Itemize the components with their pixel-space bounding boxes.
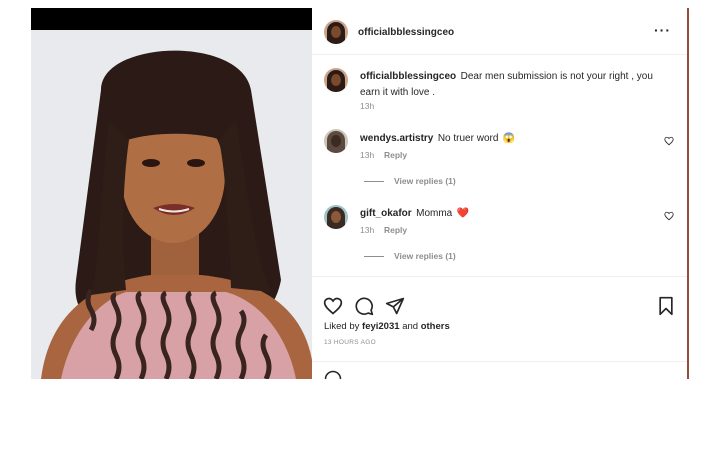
comment-avatar[interactable] [324, 205, 348, 229]
comment-text: No truer word [437, 133, 499, 144]
comment-row: wendys.artistry No truer word 😱 [360, 130, 515, 146]
comment-time: 13h [360, 150, 375, 160]
liked-by-prefix: Liked by [324, 321, 360, 332]
liked-by-and: and [402, 321, 419, 332]
avatar[interactable] [324, 20, 348, 44]
comment-like-heart-icon[interactable] [664, 136, 674, 146]
view-replies-line [364, 181, 384, 182]
portrait-illustration [31, 30, 312, 379]
caption-username[interactable]: officialbblessingceo [360, 71, 456, 82]
liked-by: Liked by feyi2031 and others [324, 321, 450, 332]
comment-emoji: ❤️ [456, 208, 470, 219]
comment-time: 13h [360, 225, 375, 235]
post-header: officialbblessingceo ··· [312, 8, 687, 55]
comment-emoji: 😱 [502, 133, 516, 144]
post-photo [31, 8, 312, 379]
comment-icon[interactable] [354, 296, 374, 316]
liked-by-user[interactable]: feyi2031 [362, 321, 400, 332]
post-detail-panel: officialbblessingceo ··· officialbblessi… [312, 8, 687, 379]
comment-username[interactable]: gift_okafor [360, 208, 412, 219]
comment-row: gift_okafor Momma ❤️ [360, 205, 469, 221]
post-username[interactable]: officialbblessingceo [358, 27, 454, 38]
caption-time: 13h [360, 101, 375, 111]
background-edge [687, 8, 689, 379]
emoji-icon[interactable] [324, 370, 342, 379]
bookmark-icon[interactable] [657, 296, 675, 316]
comment-username[interactable]: wendys.artistry [360, 133, 433, 144]
view-replies-line [364, 256, 384, 257]
heart-icon[interactable] [323, 296, 343, 316]
view-replies-button[interactable]: View replies (1) [394, 251, 456, 261]
share-icon[interactable] [385, 296, 405, 316]
view-replies-button[interactable]: View replies (1) [394, 176, 456, 186]
liked-by-others[interactable]: others [421, 321, 450, 332]
comment-avatar[interactable] [324, 129, 348, 153]
reply-button[interactable]: Reply [384, 150, 407, 160]
comment-like-heart-icon[interactable] [664, 211, 674, 221]
caption: officialbblessingceo Dear men submission… [360, 68, 670, 100]
reply-button[interactable]: Reply [384, 225, 407, 235]
more-options-icon[interactable]: ··· [654, 23, 671, 37]
post-timestamp: 13 HOURS AGO [324, 339, 377, 346]
photo-top-bar [31, 8, 312, 30]
instagram-post-screenshot: officialbblessingceo ··· officialbblessi… [31, 8, 689, 379]
post-actions: Liked by feyi2031 and others 13 HOURS AG… [312, 276, 687, 379]
caption-avatar[interactable] [324, 68, 348, 92]
comment-text: Momma [416, 208, 453, 219]
add-comment-bar[interactable] [312, 361, 687, 379]
